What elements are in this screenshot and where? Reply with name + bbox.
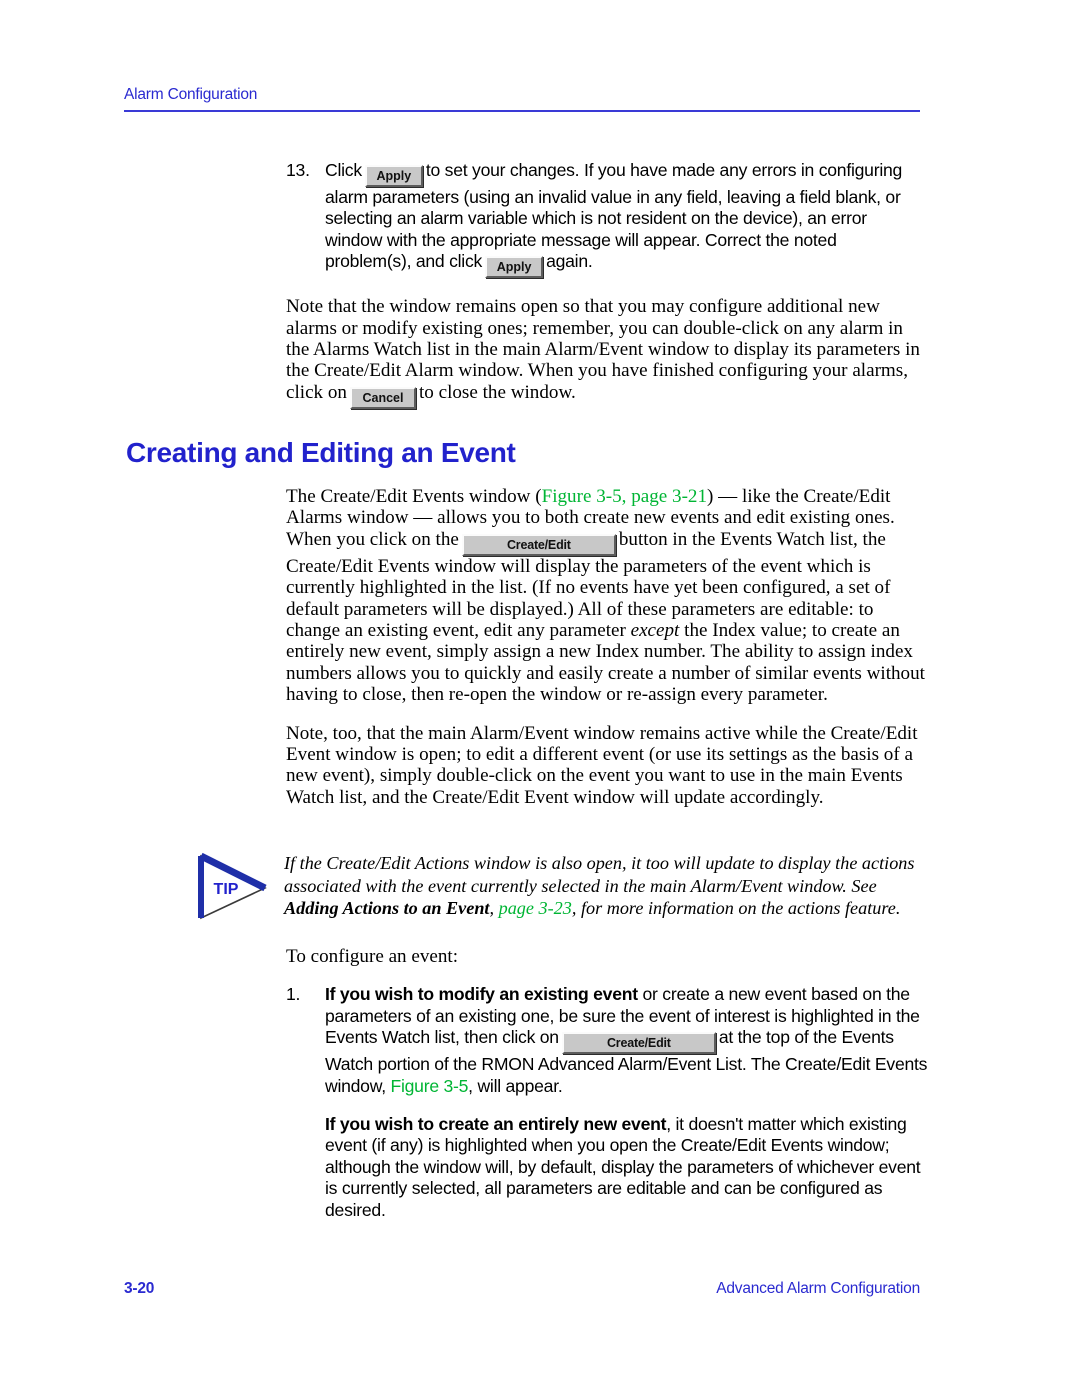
tip-callout: TIP If the Create/Edit Actions window is… — [196, 852, 926, 920]
document-page: Alarm Configuration 13. Click Apply to set … — [0, 0, 1080, 1397]
tip-text-part-2: , for more information on the actions fe… — [571, 898, 901, 918]
create-edit-button-second[interactable]: Create/Edit — [561, 1032, 716, 1055]
intro-paragraph: The Create/Edit Events window (Figure 3-… — [286, 486, 926, 706]
list-item-step-1: 1. If you wish to modify an existing even… — [286, 984, 931, 1221]
tip-text: If the Create/Edit Actions window is als… — [284, 852, 926, 920]
apply-button-second[interactable]: Apply — [485, 256, 544, 279]
tip-bold-reference: Adding Actions to an Event — [284, 898, 490, 918]
create-edit-button[interactable]: Create/Edit — [461, 533, 616, 556]
step-1-bold-lead: If you wish to modify an existing event — [325, 984, 638, 1005]
xref-separator: , — [621, 486, 632, 507]
upper-content-column: 13. Click Apply to set your changes. If you… — [286, 160, 926, 426]
page-footer: 3-20 Advanced Alarm Configuration — [124, 1280, 924, 1298]
running-header: Alarm Configuration — [124, 86, 920, 113]
step-1-continued: If you wish to create an entirely new ev… — [325, 1114, 931, 1221]
xref-page-3-23[interactable]: page 3-23 — [499, 898, 572, 918]
lower-content-column: To configure an event: 1. If you wish to … — [286, 946, 931, 1239]
list-item-step-13: 13. Click Apply to set your changes. If you… — [286, 160, 926, 279]
footer-page-number: 3-20 — [124, 1280, 155, 1297]
emphasis-except: except — [630, 620, 680, 642]
intro-text-part-1: The Create/Edit Events window ( — [286, 486, 542, 507]
lead-in-paragraph: To configure an event: — [286, 946, 459, 967]
step-1-text-part-3: , will appear. — [468, 1075, 563, 1096]
running-header-title: Alarm Configuration — [124, 86, 258, 103]
xref-figure-3-5[interactable]: Figure 3-5 — [542, 486, 622, 507]
footer-section-title: Advanced Alarm Configuration — [716, 1280, 920, 1297]
apply-button[interactable]: Apply — [364, 165, 423, 187]
page-title: Creating and Editing an Event — [126, 437, 516, 468]
tip-text-part-1: If the Create/Edit Actions window is als… — [284, 853, 915, 896]
section-heading-wrap: Creating and Editing an Event — [126, 437, 926, 469]
tip-triangle-icon: TIP — [196, 852, 270, 922]
step-13-text-part-3: again. — [546, 251, 593, 272]
tip-comma: , — [489, 898, 499, 918]
tip-label-text: TIP — [214, 881, 239, 898]
header-divider-rule — [124, 110, 920, 113]
note-paragraph: Note that the window remains open so tha… — [286, 296, 926, 409]
note-paragraph-text-part-2: to close the window. — [418, 381, 576, 403]
cancel-button[interactable]: Cancel — [349, 386, 416, 409]
note-too-paragraph: Note, too, that the main Alarm/Event win… — [286, 722, 918, 808]
section-content-column: The Create/Edit Events window (Figure 3-… — [286, 486, 926, 825]
xref-page-3-21[interactable]: page 3-21 — [631, 486, 707, 507]
xref-figure-3-5-second[interactable]: Figure 3-5 — [390, 1076, 468, 1096]
step-1-bold-lead-2: If you wish to create an entirely new ev… — [325, 1114, 667, 1135]
step-13-text-part-1: Click — [325, 160, 362, 180]
step-1-number: 1. — [286, 984, 301, 1005]
step-13-number: 13. — [286, 160, 310, 180]
